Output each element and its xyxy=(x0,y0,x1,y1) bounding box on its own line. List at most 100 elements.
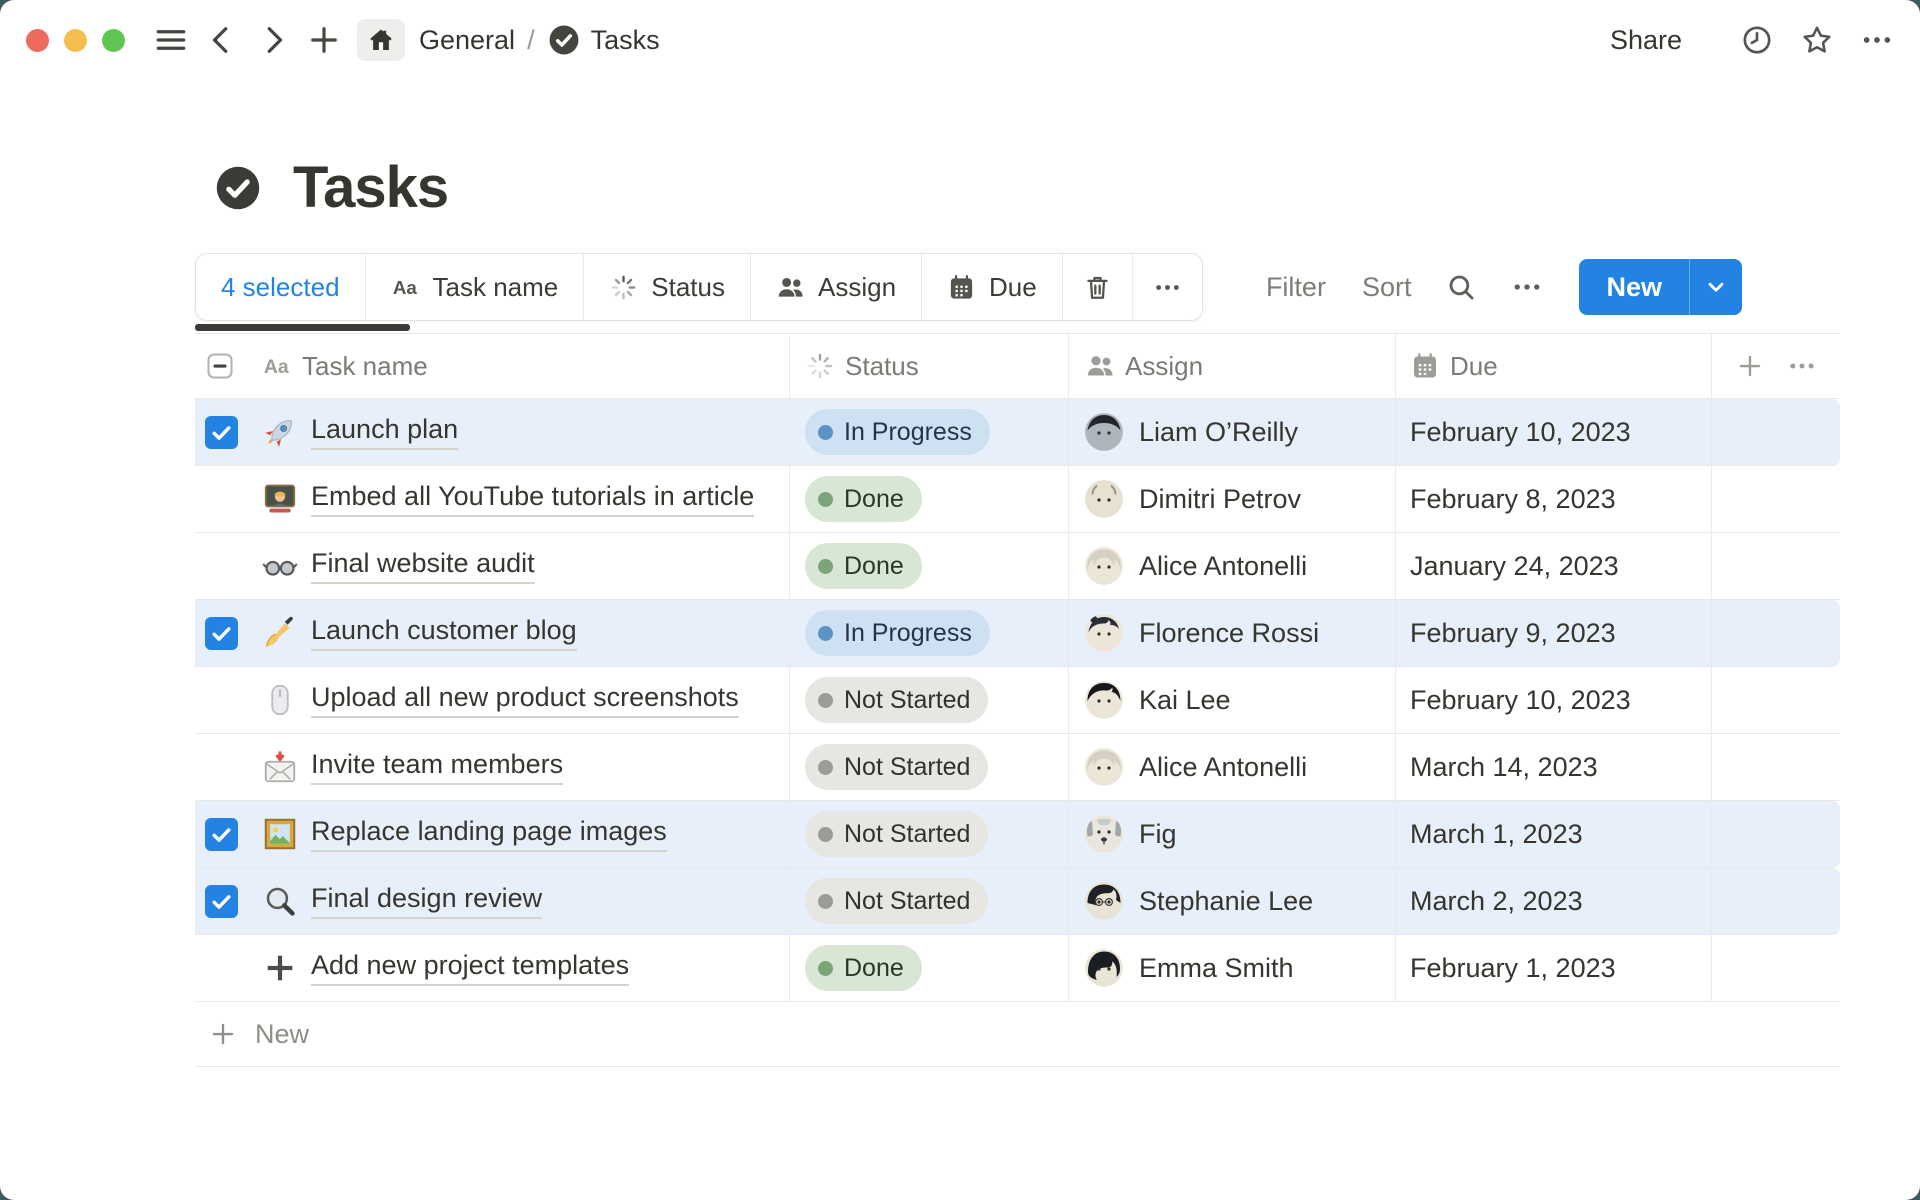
task-cell[interactable]: Upload all new product screenshots xyxy=(195,667,790,733)
task-title-link[interactable]: Embed all YouTube tutorials in article xyxy=(311,481,754,517)
new-row-button[interactable]: New xyxy=(195,1002,1840,1067)
status-badge[interactable]: Not Started xyxy=(805,677,988,723)
due-cell[interactable]: January 24, 2023 xyxy=(1396,533,1712,599)
due-cell[interactable]: February 8, 2023 xyxy=(1396,466,1712,532)
task-cell[interactable]: Embed all YouTube tutorials in article xyxy=(195,466,790,532)
extra-cell xyxy=(1712,734,1840,800)
assign-cell[interactable]: Liam O’Reilly xyxy=(1069,399,1396,465)
assign-cell[interactable]: Emma Smith xyxy=(1069,935,1396,1001)
due-cell[interactable]: February 9, 2023 xyxy=(1396,600,1712,666)
status-badge[interactable]: Done xyxy=(805,543,922,589)
task-cell[interactable]: Launch customer blog xyxy=(195,600,790,666)
more-options-icon[interactable] xyxy=(1860,23,1894,57)
new-button-label[interactable]: New xyxy=(1579,272,1689,303)
close-window-button[interactable] xyxy=(26,29,49,52)
breadcrumb-page[interactable]: Tasks xyxy=(591,25,660,56)
status-cell[interactable]: Not Started xyxy=(790,667,1069,733)
selection-more-button[interactable] xyxy=(1133,254,1202,320)
status-cell[interactable]: Not Started xyxy=(790,801,1069,867)
forward-button[interactable] xyxy=(255,22,291,58)
due-cell[interactable]: March 2, 2023 xyxy=(1396,868,1712,934)
due-cell[interactable]: March 1, 2023 xyxy=(1396,801,1712,867)
row-checkbox-slot[interactable] xyxy=(205,416,262,449)
row-checkbox-checked[interactable] xyxy=(205,818,238,851)
status-badge[interactable]: Not Started xyxy=(805,878,988,924)
column-header-due[interactable]: Due xyxy=(1396,334,1712,398)
row-checkbox-checked[interactable] xyxy=(205,885,238,918)
task-cell[interactable]: Add new project templates xyxy=(195,935,790,1001)
home-button[interactable] xyxy=(357,19,405,61)
assign-cell[interactable]: Dimitri Petrov xyxy=(1069,466,1396,532)
assign-cell[interactable]: Alice Antonelli xyxy=(1069,734,1396,800)
assign-cell[interactable]: Fig xyxy=(1069,801,1396,867)
task-cell[interactable]: Launch plan xyxy=(195,399,790,465)
select-all-checkbox[interactable] xyxy=(205,351,235,381)
property-task-name-button[interactable]: Aa Task name xyxy=(366,254,585,320)
task-title-link[interactable]: Launch plan xyxy=(311,414,458,450)
task-title-link[interactable]: Replace landing page images xyxy=(311,816,667,852)
task-title-link[interactable]: Final website audit xyxy=(311,548,535,584)
status-cell[interactable]: Done xyxy=(790,935,1069,1001)
row-checkbox-slot[interactable] xyxy=(205,818,262,851)
status-label: Done xyxy=(844,485,904,514)
minimize-window-button[interactable] xyxy=(64,29,87,52)
due-cell[interactable]: March 14, 2023 xyxy=(1396,734,1712,800)
due-cell[interactable]: February 10, 2023 xyxy=(1396,667,1712,733)
add-column-button[interactable] xyxy=(1735,351,1765,381)
task-title-link[interactable]: Add new project templates xyxy=(311,950,629,986)
task-title-link[interactable]: Launch customer blog xyxy=(311,615,577,651)
assign-cell[interactable]: Kai Lee xyxy=(1069,667,1396,733)
task-title-link[interactable]: Invite team members xyxy=(311,749,563,785)
selected-count-button[interactable]: 4 selected xyxy=(196,254,366,320)
task-cell[interactable]: Replace landing page images xyxy=(195,801,790,867)
assign-cell[interactable]: Stephanie Lee xyxy=(1069,868,1396,934)
column-header-status[interactable]: Status xyxy=(790,334,1069,398)
status-badge[interactable]: In Progress xyxy=(805,610,990,656)
status-badge[interactable]: Done xyxy=(805,945,922,991)
status-cell[interactable]: In Progress xyxy=(790,600,1069,666)
status-badge[interactable]: Not Started xyxy=(805,811,988,857)
favorite-star-icon[interactable] xyxy=(1800,23,1834,57)
status-cell[interactable]: Not Started xyxy=(790,734,1069,800)
history-clock-icon[interactable] xyxy=(1740,23,1774,57)
task-title-link[interactable]: Final design review xyxy=(311,883,542,919)
filter-button[interactable]: Filter xyxy=(1266,272,1326,303)
property-status-button[interactable]: Status xyxy=(584,254,751,320)
new-button-dropdown[interactable] xyxy=(1689,259,1742,315)
new-tab-button[interactable] xyxy=(306,22,342,58)
view-more-icon[interactable] xyxy=(1511,271,1543,303)
column-header-assign[interactable]: Assign xyxy=(1069,334,1396,398)
status-badge[interactable]: In Progress xyxy=(805,409,990,455)
status-cell[interactable]: Done xyxy=(790,533,1069,599)
status-cell[interactable]: Not Started xyxy=(790,868,1069,934)
breadcrumb-workspace[interactable]: General xyxy=(419,25,515,56)
assign-cell[interactable]: Florence Rossi xyxy=(1069,600,1396,666)
property-due-button[interactable]: Due xyxy=(922,254,1063,320)
share-button[interactable]: Share xyxy=(1610,25,1682,56)
status-cell[interactable]: Done xyxy=(790,466,1069,532)
due-cell[interactable]: February 10, 2023 xyxy=(1396,399,1712,465)
task-cell[interactable]: Final design review xyxy=(195,868,790,934)
row-checkbox-checked[interactable] xyxy=(205,416,238,449)
table-more-button[interactable] xyxy=(1787,351,1817,381)
task-cell[interactable]: Invite team members xyxy=(195,734,790,800)
status-cell[interactable]: In Progress xyxy=(790,399,1069,465)
task-cell[interactable]: Final website audit xyxy=(195,533,790,599)
search-icon[interactable] xyxy=(1445,271,1477,303)
new-button[interactable]: New xyxy=(1579,259,1742,315)
row-checkbox-slot[interactable] xyxy=(205,885,262,918)
sidebar-toggle-icon[interactable] xyxy=(153,22,189,58)
column-header-task-name[interactable]: Aa Task name xyxy=(195,334,790,398)
status-badge[interactable]: Not Started xyxy=(805,744,988,790)
assign-cell[interactable]: Alice Antonelli xyxy=(1069,533,1396,599)
property-assign-button[interactable]: Assign xyxy=(751,254,922,320)
row-checkbox-checked[interactable] xyxy=(205,617,238,650)
due-cell[interactable]: February 1, 2023 xyxy=(1396,935,1712,1001)
back-button[interactable] xyxy=(204,22,240,58)
status-badge[interactable]: Done xyxy=(805,476,922,522)
delete-selected-button[interactable] xyxy=(1063,254,1133,320)
row-checkbox-slot[interactable] xyxy=(205,617,262,650)
sort-button[interactable]: Sort xyxy=(1362,272,1412,303)
zoom-window-button[interactable] xyxy=(102,29,125,52)
task-title-link[interactable]: Upload all new product screenshots xyxy=(311,682,739,718)
